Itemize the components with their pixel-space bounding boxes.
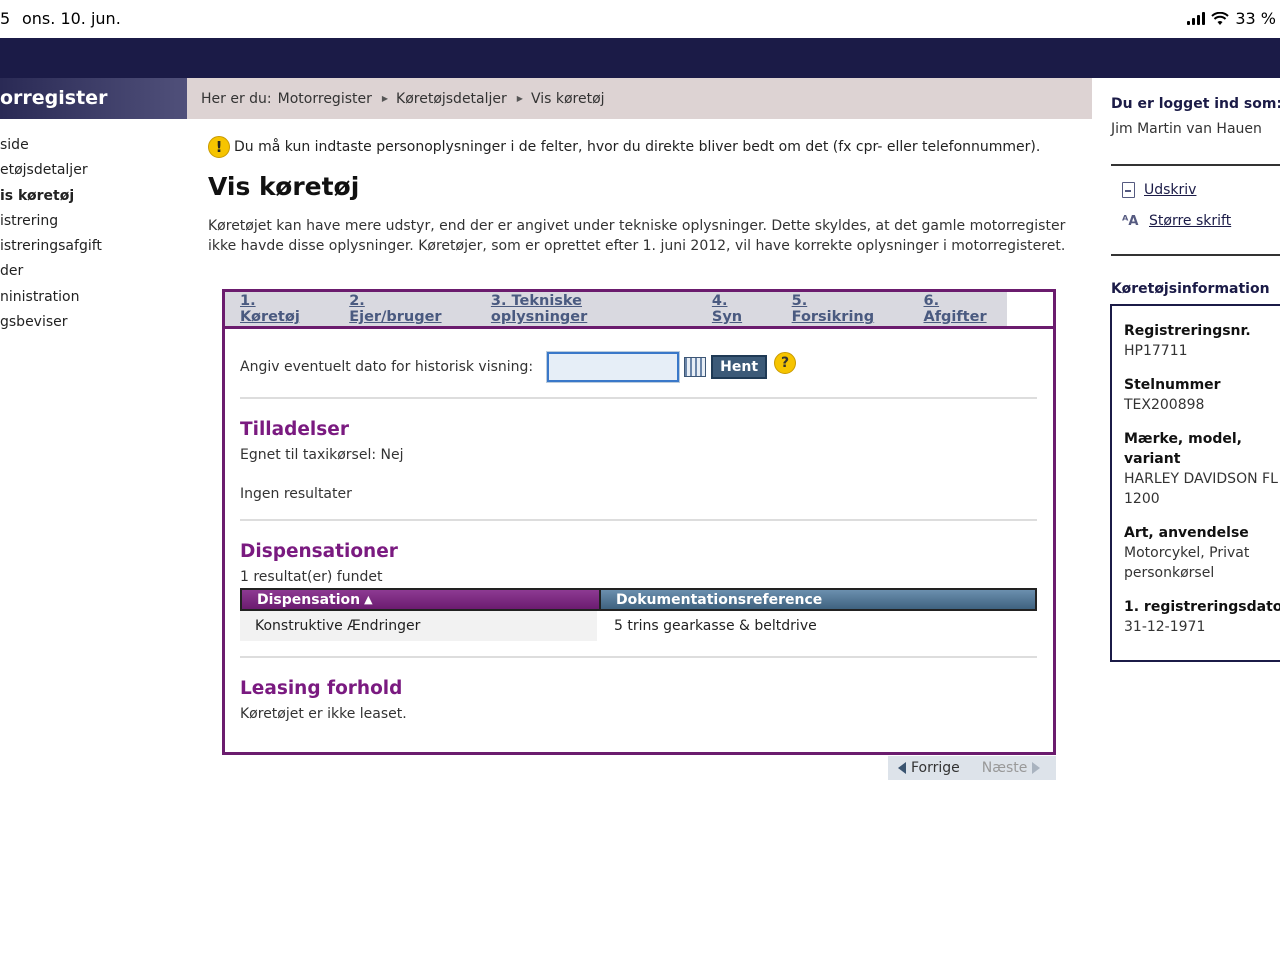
sidebar-item-registreringsafgift[interactable]: istreringsafgift xyxy=(0,235,187,260)
wifi-icon xyxy=(1211,11,1230,25)
tab-syn[interactable]: 4. Syn xyxy=(712,293,763,325)
divider xyxy=(1111,254,1280,256)
history-date-label: Angiv eventuelt dato for historisk visni… xyxy=(240,359,534,375)
tab-tekniske-oplysninger[interactable]: 3. Tekniske oplysninger xyxy=(491,293,683,325)
site-header xyxy=(0,38,1280,78)
divider xyxy=(240,397,1037,399)
bigger-text-link[interactable]: ᴬA Større skrift xyxy=(1122,213,1231,229)
info-label: Registreringsnr. xyxy=(1124,323,1251,339)
prev-button[interactable]: Forrige xyxy=(888,760,960,776)
table-row: Konstruktive Ændringer 5 trins gearkasse… xyxy=(240,611,1037,641)
info-label: Stelnummer xyxy=(1124,377,1221,393)
table-cell: Konstruktive Ændringer xyxy=(240,611,597,641)
font-size-icon: ᴬA xyxy=(1122,213,1139,229)
notice-text: Du må kun indtaste personoplysninger i d… xyxy=(234,139,1041,155)
arrow-left-icon xyxy=(898,762,906,774)
breadcrumb: Her er du: Motorregister ▶ Køretøjsdetal… xyxy=(187,78,1092,119)
leasing-text: Køretøjet er ikke leaset. xyxy=(240,706,407,722)
status-time: 5 xyxy=(0,9,11,28)
pager: Forrige Næste xyxy=(888,756,1056,780)
breadcrumb-item-motorregister[interactable]: Motorregister xyxy=(278,91,372,107)
divider xyxy=(240,519,1037,521)
info-value: Motorcykel, Privat personkørsel xyxy=(1124,545,1250,581)
sidebar-item-registrering[interactable]: istrering xyxy=(0,210,187,235)
vehicle-panel: 1. Køretøj 2. Ejer/bruger 3. Tekniske op… xyxy=(222,289,1056,755)
status-indicators: 33 % xyxy=(1187,9,1276,28)
hent-button[interactable]: Hent xyxy=(711,355,768,379)
sidebar-header: orregister xyxy=(0,78,187,119)
breadcrumb-prefix: Her er du: xyxy=(201,90,272,107)
tilladelser-result: Ingen resultater xyxy=(240,486,352,502)
logged-in-label: Du er logget ind som: xyxy=(1111,96,1280,112)
tab-koretoj[interactable]: 1. Køretøj xyxy=(240,293,320,325)
status-bar: 5 ons. 10. jun. 33 % xyxy=(0,0,1280,38)
vehicle-info-box: Registreringsnr. HP17711 Stelnummer TEX2… xyxy=(1110,304,1280,662)
column-dokumentationsreference[interactable]: Dokumentationsreference xyxy=(599,590,1035,609)
info-label: Mærke, model, variant xyxy=(1124,431,1242,467)
help-icon[interactable]: ? xyxy=(774,352,797,374)
leasing-title: Leasing forhold xyxy=(240,678,403,699)
info-label: Art, anvendelse xyxy=(1124,525,1249,541)
breadcrumb-arrow-icon: ▶ xyxy=(381,94,389,103)
sidebar-nav: side etøjsdetaljer is køretøj istrering … xyxy=(0,134,187,336)
info-value: HP17711 xyxy=(1124,343,1188,359)
dispensationer-count: 1 resultat(er) fundet xyxy=(240,569,383,585)
info-value: 31-12-1971 xyxy=(1124,619,1206,635)
sidebar-item-koretojsdetaljer[interactable]: etøjsdetaljer xyxy=(0,159,187,184)
status-date: ons. 10. jun. xyxy=(22,9,121,28)
table-header: Dispensation ▲ Dokumentationsreference xyxy=(240,588,1037,611)
intro-text: Køretøjet kan have mere udstyr, end der … xyxy=(208,218,1066,254)
taxi-status: Egnet til taxikørsel: Nej xyxy=(240,447,404,463)
privacy-notice: ! Du må kun indtaste personoplysninger i… xyxy=(208,136,1040,158)
vehicle-info-title: Køretøjsinformation xyxy=(1111,281,1270,297)
info-label: 1. registreringsdato xyxy=(1124,599,1280,615)
column-dispensation[interactable]: Dispensation ▲ xyxy=(242,590,599,609)
history-date-row: Angiv eventuelt dato for historisk visni… xyxy=(240,351,797,383)
dispensation-table: Dispensation ▲ Dokumentationsreference Ko… xyxy=(240,588,1037,641)
warning-icon: ! xyxy=(208,136,230,158)
tab-forsikring[interactable]: 5. Forsikring xyxy=(792,293,895,325)
sidebar-item-ordrer[interactable]: der xyxy=(0,260,187,285)
dispensationer-title: Dispensationer xyxy=(240,541,398,562)
sidebar-item-vis-koretoj[interactable]: is køretøj xyxy=(0,185,187,210)
sidebar-item-forside[interactable]: side xyxy=(0,134,187,159)
divider xyxy=(1111,164,1280,166)
logged-in-user: Jim Martin van Hauen xyxy=(1111,121,1262,137)
tab-bar: 1. Køretøj 2. Ejer/bruger 3. Tekniske op… xyxy=(225,292,1007,326)
divider xyxy=(240,656,1037,658)
info-value: TEX200898 xyxy=(1124,397,1205,413)
tab-ejer-bruger[interactable]: 2. Ejer/bruger xyxy=(349,293,462,325)
tab-underline xyxy=(225,326,1053,329)
calendar-icon[interactable] xyxy=(684,357,707,377)
breadcrumb-item-koretojsdetaljer[interactable]: Køretøjsdetaljer xyxy=(396,91,507,107)
arrow-right-icon xyxy=(1032,762,1041,774)
info-value: HARLEY DAVIDSON FL 1200 xyxy=(1124,471,1278,507)
sort-asc-icon: ▲ xyxy=(364,593,373,606)
sidebar-title: orregister xyxy=(0,87,108,109)
battery-level: 33 % xyxy=(1235,9,1276,28)
next-button: Næste xyxy=(982,760,1041,776)
sidebar-item-beviser[interactable]: gsbeviser xyxy=(0,311,187,336)
print-link[interactable]: Udskriv xyxy=(1122,182,1196,198)
tab-afgifter[interactable]: 6. Afgifter xyxy=(923,293,1007,325)
table-cell: 5 trins gearkasse & beltdrive xyxy=(614,618,817,634)
breadcrumb-item-vis-koretoj: Vis køretøj xyxy=(530,90,605,107)
print-icon xyxy=(1122,182,1135,198)
history-date-input[interactable] xyxy=(546,351,681,383)
tilladelser-title: Tilladelser xyxy=(240,419,349,440)
breadcrumb-arrow-icon: ▶ xyxy=(516,94,523,103)
sidebar-item-administration[interactable]: ninistration xyxy=(0,286,187,311)
signal-icon xyxy=(1187,12,1206,25)
page-title: Vis køretøj xyxy=(208,172,360,201)
